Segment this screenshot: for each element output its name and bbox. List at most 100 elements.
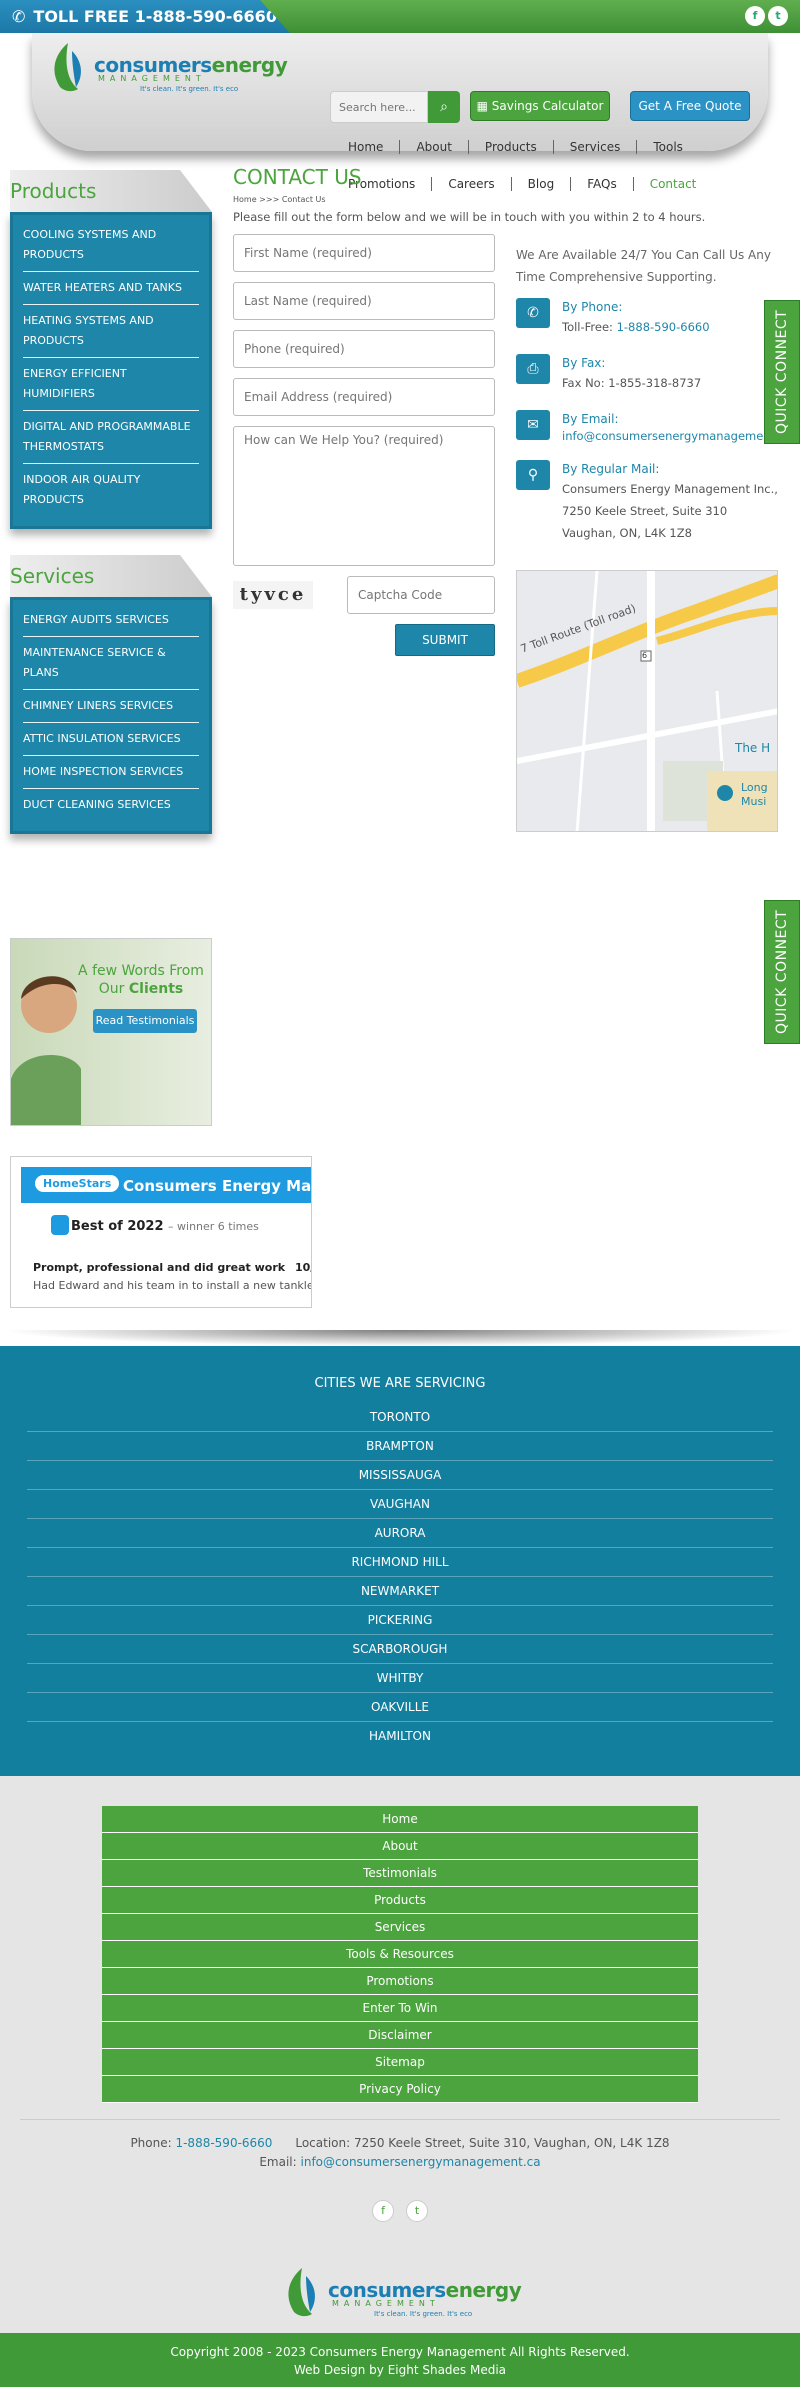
footer-logo-subtitle: MANAGEMENT [332,2299,440,2308]
copyright-text: Copyright 2008 - 2023 Consumers Energy M… [170,2345,630,2359]
email-link[interactable]: info@consumersenergymanagement.c [562,429,785,443]
city-vaughan[interactable]: VAUGHAN [27,1490,773,1519]
nav-about[interactable]: About [399,140,467,154]
city-aurora[interactable]: AURORA [27,1519,773,1548]
testimonials-line-2a: Our [98,981,129,997]
testimonials-banner[interactable]: A few Words From Our Clients Read Testim… [10,938,212,1126]
captcha-row: tyvce [233,576,495,614]
nav-faqs[interactable]: FAQs [570,177,633,191]
location-map[interactable]: 7 Toll Route (Toll road) 6 The H Long Mus… [516,570,778,832]
search-icon: ⌕ [440,99,448,115]
footer-email-link[interactable]: info@consumersenergymanagement.ca [301,2155,541,2169]
product-link-cooling[interactable]: COOLING SYSTEMS AND PRODUCTS [23,219,199,272]
city-oakville[interactable]: OAKVILLE [27,1693,773,1722]
design-credit[interactable]: Web Design by Eight Shades Media [0,2361,800,2379]
contact-phone: ✆ By Phone: Toll-Free: 1-888-590-6660 [516,298,778,338]
breadcrumb-home[interactable]: Home [233,195,257,204]
contact-email: ✉ By Email: info@consumersenergymanageme… [516,410,785,444]
city-whitby[interactable]: WHITBY [27,1664,773,1693]
footer-link-products[interactable]: Products [102,1887,698,1914]
city-newmarket[interactable]: NEWMARKET [27,1577,773,1606]
cities-title: CITIES WE ARE SERVICING [314,1376,486,1391]
footer-link-about[interactable]: About [102,1833,698,1860]
toll-free-banner[interactable]: ✆ TOLL FREE 1-888-590-6660 [0,0,290,33]
footer-link-privacy[interactable]: Privacy Policy [102,2076,698,2103]
phone-link[interactable]: 1-888-590-6660 [617,320,710,334]
phone-field[interactable] [233,330,495,368]
product-link-water-heaters[interactable]: WATER HEATERS AND TANKS [23,272,199,305]
nav-blog[interactable]: Blog [510,177,571,191]
captcha-field[interactable] [347,576,495,614]
social-links-top: f t [745,6,788,26]
city-richmond-hill[interactable]: RICHMOND HILL [27,1548,773,1577]
quick-connect-tab-2[interactable]: QUICK CONNECT [764,900,800,1044]
footer-email-label: Email: [259,2155,301,2169]
leaf-logo-icon [54,43,81,92]
footer-phone-link[interactable]: 1-888-590-6660 [175,2136,272,2150]
footer-link-sitemap[interactable]: Sitemap [102,2049,698,2076]
twitter-icon[interactable]: t [768,6,788,26]
footer-link-disclaimer[interactable]: Disclaimer [102,2022,698,2049]
fax-icon: ⎙ [516,354,550,384]
service-link-attic-insulation[interactable]: ATTIC INSULATION SERVICES [23,723,199,756]
map-place-2b: Musi [741,795,767,808]
nav-home[interactable]: Home [332,140,399,154]
footer-line-2: Email: info@consumersenergymanagement.ca [20,2153,780,2172]
product-link-thermostats[interactable]: DIGITAL AND PROGRAMMABLE THERMOSTATS [23,411,199,464]
mail-line-2: 7250 Keele Street, Suite 310 [562,504,728,518]
service-link-home-inspection[interactable]: HOME INSPECTION SERVICES [23,756,199,789]
product-link-humidifiers[interactable]: ENERGY EFFICIENT HUMIDIFIERS [23,358,199,411]
product-link-air-quality[interactable]: INDOOR AIR QUALITY PRODUCTS [23,464,199,516]
footer-link-services[interactable]: Services [102,1914,698,1941]
footer-phone-label: Phone: [130,2136,176,2150]
fax-title: By Fax: [562,356,606,370]
city-pickering[interactable]: PICKERING [27,1606,773,1635]
free-quote-button[interactable]: Get A Free Quote [630,91,750,121]
footer-link-promotions[interactable]: Promotions [102,1968,698,1995]
form-intro: Please fill out the form below and we wi… [233,210,706,224]
message-field[interactable] [233,426,495,566]
breadcrumb-separator: >>> [256,195,282,204]
savings-calculator-button[interactable]: ▦ Savings Calculator [470,91,610,121]
search-input[interactable] [330,91,428,123]
city-hamilton[interactable]: HAMILTON [27,1722,773,1750]
captcha-image: tyvce [233,581,313,609]
twitter-icon[interactable]: t [406,2200,428,2222]
service-link-chimney-liners[interactable]: CHIMNEY LINERS SERVICES [23,690,199,723]
last-name-field[interactable] [233,282,495,320]
email-field[interactable] [233,378,495,416]
facebook-icon[interactable]: f [372,2200,394,2222]
city-toronto[interactable]: TORONTO [27,1403,773,1432]
footer-link-home[interactable]: Home [102,1806,698,1833]
city-scarborough[interactable]: SCARBOROUGH [27,1635,773,1664]
calculator-icon: ▦ [476,99,492,113]
nav-contact[interactable]: Contact [632,177,713,191]
search-button[interactable]: ⌕ [428,91,460,123]
service-link-duct-cleaning[interactable]: DUCT CLEANING SERVICES [23,789,199,821]
city-brampton[interactable]: BRAMPTON [27,1432,773,1461]
footer-logo[interactable]: consumersenergy MANAGEMENT It's clean. I… [282,2266,522,2322]
city-mississauga[interactable]: MISSISSAUGA [27,1461,773,1490]
testimonials-line-2: Our Clients [71,981,211,997]
nav-services[interactable]: Services [552,140,637,154]
submit-button[interactable]: SUBMIT [395,624,495,656]
testimonials-line-1: A few Words From [78,963,204,979]
service-link-energy-audits[interactable]: ENERGY AUDITS SERVICES [23,604,199,637]
nav-products[interactable]: Products [467,140,553,154]
facebook-icon[interactable]: f [745,6,765,26]
nav-tools[interactable]: Tools [636,140,699,154]
product-link-heating[interactable]: HEATING SYSTEMS AND PRODUCTS [23,305,199,358]
footer-link-enter-to-win[interactable]: Enter To Win [102,1995,698,2022]
footer-link-testimonials[interactable]: Testimonials [102,1860,698,1887]
products-list: COOLING SYSTEMS AND PRODUCTS WATER HEATE… [10,212,212,529]
service-link-maintenance[interactable]: MAINTENANCE SERVICE & PLANS [23,637,199,690]
first-name-field[interactable] [233,234,495,272]
quick-connect-tab-1[interactable]: QUICK CONNECT [764,300,800,444]
read-testimonials-button[interactable]: Read Testimonials [93,1009,197,1033]
phone-line: Toll-Free: 1-888-590-6660 [562,316,778,338]
footer-link-tools[interactable]: Tools & Resources [102,1941,698,1968]
homestars-widget[interactable]: HomeStars Consumers Energy Manag Best of… [10,1156,312,1308]
homestars-company: Consumers Energy Manag [123,1177,312,1195]
logo[interactable]: consumersenergy MANAGEMENT It's clean. I… [48,41,288,97]
homestars-logo: HomeStars [35,1175,120,1192]
